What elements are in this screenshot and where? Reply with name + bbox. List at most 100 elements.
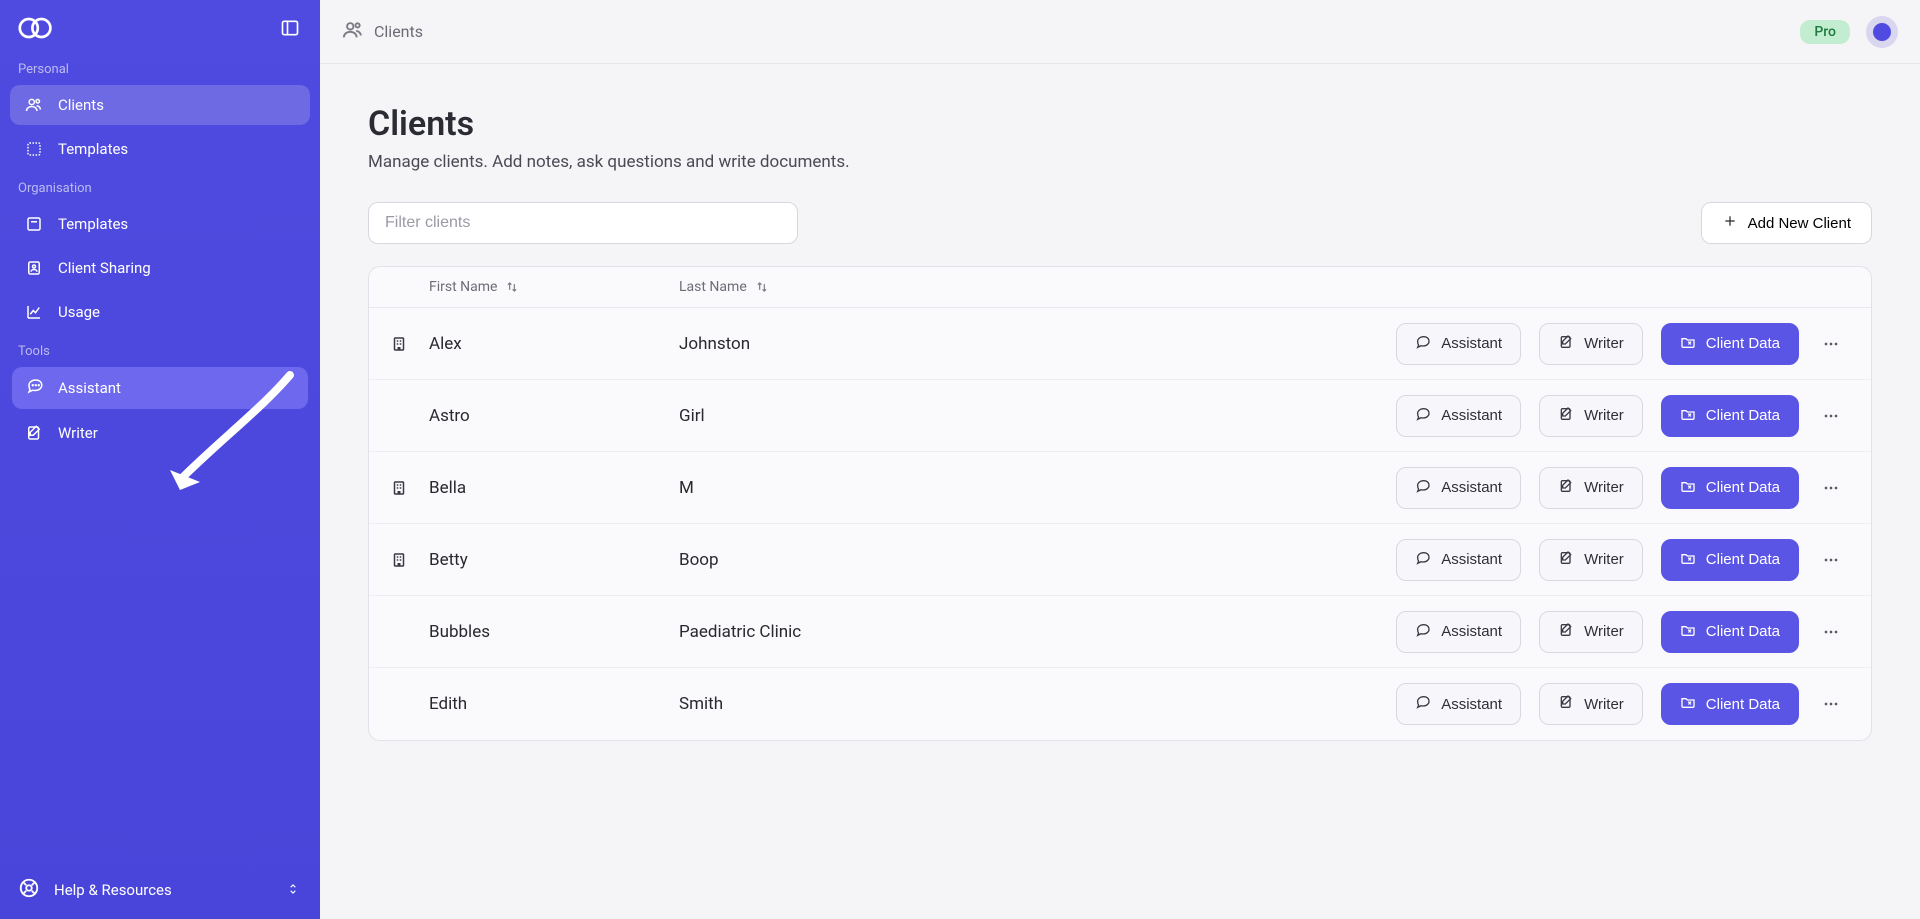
client-data-button[interactable]: Client Data xyxy=(1661,539,1799,581)
client-data-button-label: Client Data xyxy=(1706,623,1780,640)
assistant-button[interactable]: Assistant xyxy=(1396,539,1521,581)
collapse-sidebar-button[interactable] xyxy=(278,16,302,40)
row-actions: Assistant Writer Client Data xyxy=(1089,467,1855,509)
folder-icon xyxy=(1680,478,1696,498)
table-row: EdithSmithAssistantWriterClient Data xyxy=(369,668,1871,740)
table-header: First Name Last Name xyxy=(369,267,1871,308)
writer-icon xyxy=(1558,478,1574,498)
writer-icon xyxy=(1558,622,1574,642)
sidebar-item-clients[interactable]: Clients xyxy=(10,85,310,125)
main: Clients Pro Clients Manage clients. Add … xyxy=(320,0,1920,919)
templates-icon xyxy=(24,214,44,234)
writer-icon xyxy=(24,423,44,443)
user-avatar[interactable] xyxy=(1866,16,1898,48)
client-data-button-label: Client Data xyxy=(1706,696,1780,713)
writer-button-label: Writer xyxy=(1584,696,1624,713)
sidebar-item-writer[interactable]: Writer xyxy=(10,413,310,453)
writer-button[interactable]: Writer xyxy=(1539,395,1643,437)
folder-icon xyxy=(1680,334,1696,354)
cell-first-name: Alex xyxy=(429,334,679,354)
more-actions-button[interactable] xyxy=(1817,402,1845,430)
pro-badge: Pro xyxy=(1800,20,1850,44)
more-actions-button[interactable] xyxy=(1817,618,1845,646)
sidebar-item-label: Templates xyxy=(58,140,128,158)
row-actions: Assistant Writer Client Data xyxy=(1089,323,1855,365)
row-actions: Assistant Writer Client Data xyxy=(1089,539,1855,581)
sidebar-item-label: Templates xyxy=(58,215,128,233)
assistant-button[interactable]: Assistant xyxy=(1396,467,1521,509)
client-data-button[interactable]: Client Data xyxy=(1661,611,1799,653)
client-data-button[interactable]: Client Data xyxy=(1661,395,1799,437)
assistant-button[interactable]: Assistant xyxy=(1396,611,1521,653)
row-actions: Assistant Writer Client Data xyxy=(1089,395,1855,437)
client-data-button-label: Client Data xyxy=(1706,551,1780,568)
building-icon xyxy=(369,479,429,497)
help-resources-label: Help & Resources xyxy=(54,881,172,899)
writer-button[interactable]: Writer xyxy=(1539,683,1643,725)
topbar: Clients Pro xyxy=(320,0,1920,64)
table-row: BellaMAssistantWriterClient Data xyxy=(369,452,1871,524)
section-label-personal: Personal xyxy=(0,52,320,83)
sidebar-item-templates-personal[interactable]: Templates xyxy=(10,129,310,169)
assistant-button[interactable]: Assistant xyxy=(1396,395,1521,437)
client-data-button[interactable]: Client Data xyxy=(1661,683,1799,725)
folder-icon xyxy=(1680,694,1696,714)
cell-last-name: Boop xyxy=(679,550,1089,570)
writer-icon xyxy=(1558,406,1574,426)
templates-icon xyxy=(24,139,44,159)
writer-button-label: Writer xyxy=(1584,407,1624,424)
cell-last-name: Johnston xyxy=(679,334,1089,354)
writer-button[interactable]: Writer xyxy=(1539,611,1643,653)
sidebar-item-label: Writer xyxy=(58,424,98,442)
breadcrumb: Clients xyxy=(342,19,423,45)
folder-icon xyxy=(1680,622,1696,642)
assistant-icon xyxy=(1415,694,1431,714)
building-icon xyxy=(369,335,429,353)
cell-first-name: Bubbles xyxy=(429,622,679,642)
more-actions-button[interactable] xyxy=(1817,546,1845,574)
section-label-organisation: Organisation xyxy=(0,171,320,202)
assistant-button-label: Assistant xyxy=(1441,407,1502,424)
assistant-icon xyxy=(1415,478,1431,498)
writer-button[interactable]: Writer xyxy=(1539,323,1643,365)
sidebar-item-usage[interactable]: Usage xyxy=(10,292,310,332)
sidebar-item-label: Clients xyxy=(58,96,104,114)
column-header-first-name[interactable]: First Name xyxy=(429,279,679,295)
column-header-last-name[interactable]: Last Name xyxy=(679,279,1089,295)
row-actions: Assistant Writer Client Data xyxy=(1089,611,1855,653)
cell-last-name: Paediatric Clinic xyxy=(679,622,1089,642)
table-row: BettyBoopAssistantWriterClient Data xyxy=(369,524,1871,596)
filter-clients-input[interactable] xyxy=(368,202,798,244)
writer-button-label: Writer xyxy=(1584,551,1624,568)
writer-button[interactable]: Writer xyxy=(1539,467,1643,509)
cell-first-name: Bella xyxy=(429,478,679,498)
table-row: AstroGirlAssistantWriterClient Data xyxy=(369,380,1871,452)
sidebar-item-client-sharing[interactable]: Client Sharing xyxy=(10,248,310,288)
client-data-button[interactable]: Client Data xyxy=(1661,467,1799,509)
assistant-button[interactable]: Assistant xyxy=(1396,323,1521,365)
users-icon xyxy=(24,95,44,115)
sidebar-item-assistant[interactable]: Assistant xyxy=(12,367,308,409)
sidebar-item-templates-org[interactable]: Templates xyxy=(10,204,310,244)
help-resources-button[interactable]: Help & Resources xyxy=(0,861,320,919)
sort-icon xyxy=(755,280,769,294)
writer-button[interactable]: Writer xyxy=(1539,539,1643,581)
cell-last-name: Girl xyxy=(679,406,1089,426)
assistant-button-label: Assistant xyxy=(1441,335,1502,352)
more-actions-button[interactable] xyxy=(1817,474,1845,502)
client-data-button[interactable]: Client Data xyxy=(1661,323,1799,365)
more-actions-button[interactable] xyxy=(1817,330,1845,358)
app-logo[interactable] xyxy=(18,16,54,40)
chevron-up-down-icon xyxy=(286,882,302,898)
writer-button-label: Writer xyxy=(1584,479,1624,496)
add-new-client-button[interactable]: Add New Client xyxy=(1701,202,1872,244)
client-data-button-label: Client Data xyxy=(1706,479,1780,496)
page-subtitle: Manage clients. Add notes, ask questions… xyxy=(368,152,1872,172)
writer-icon xyxy=(1558,550,1574,570)
table-row: AlexJohnston Assistant Writer Client Data xyxy=(369,308,1871,380)
assistant-button[interactable]: Assistant xyxy=(1396,683,1521,725)
assistant-icon xyxy=(1415,622,1431,642)
more-actions-button[interactable] xyxy=(1817,690,1845,718)
page-title: Clients xyxy=(368,104,1872,144)
writer-button-label: Writer xyxy=(1584,335,1624,352)
